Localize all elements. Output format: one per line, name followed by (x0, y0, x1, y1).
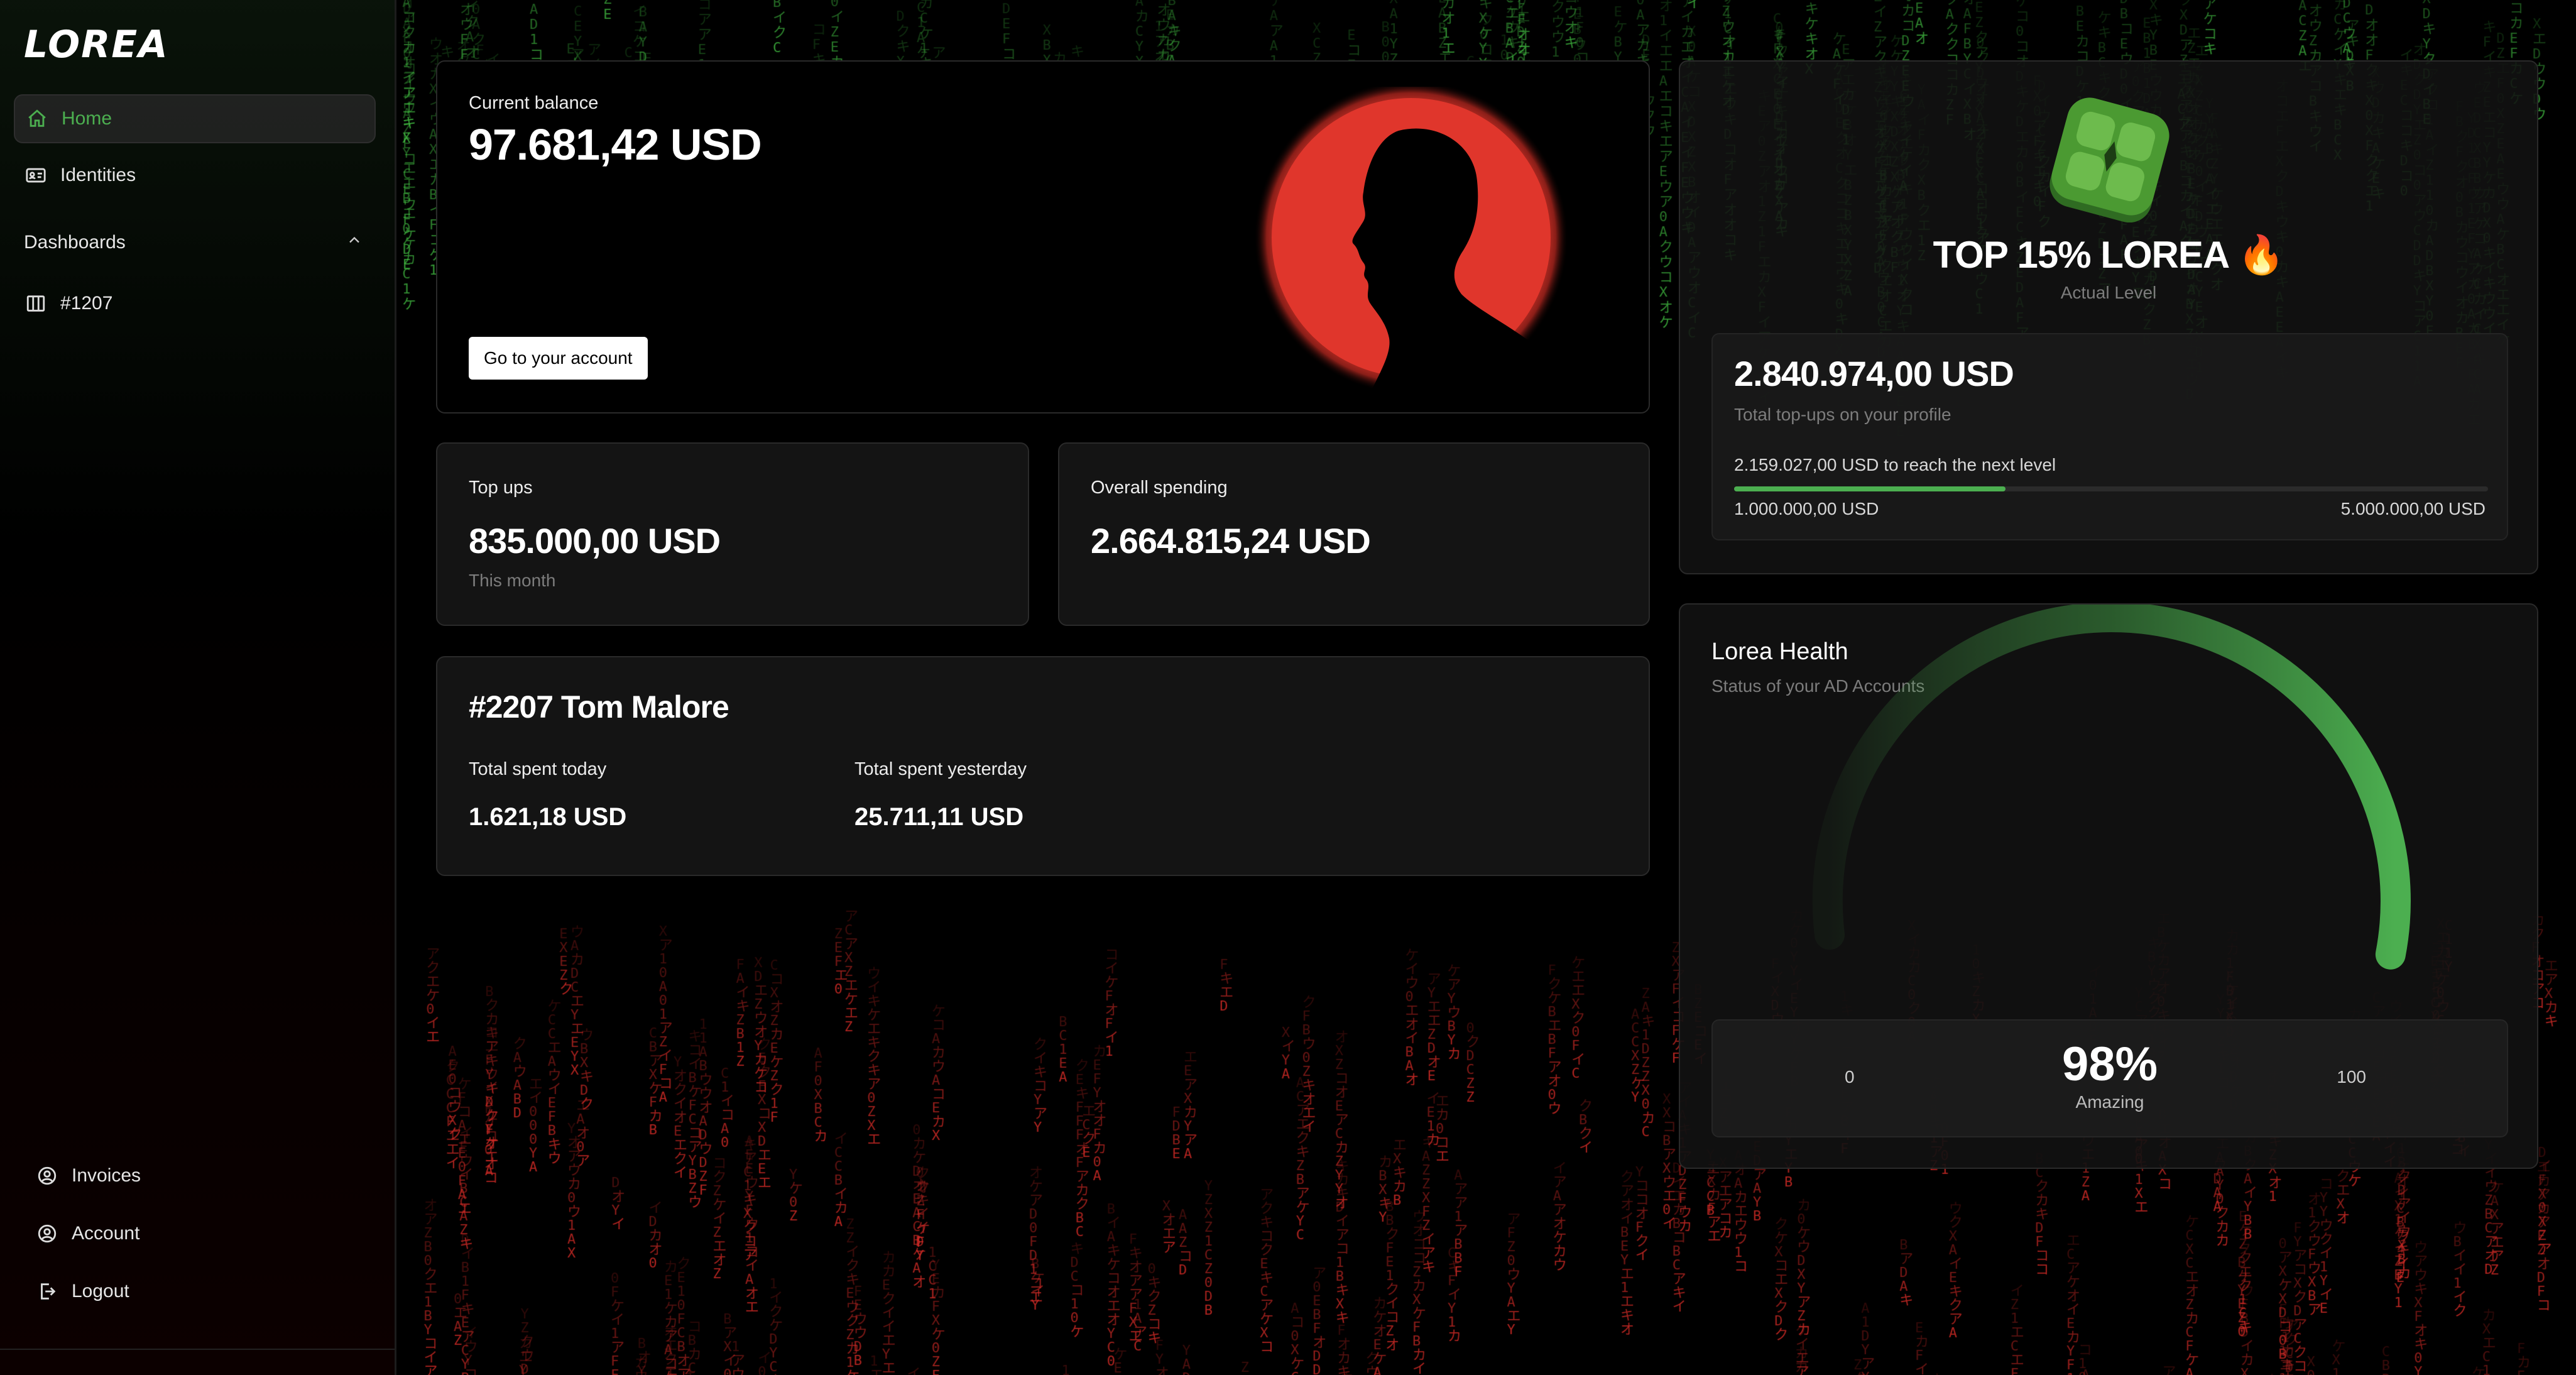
user-circle-icon (36, 1165, 58, 1186)
level-progress-panel: 2.840.974,00 USD Total top-ups on your p… (1711, 333, 2508, 540)
top-ups-value: 835.000,00 USD (469, 521, 721, 561)
id-card-icon (25, 165, 46, 186)
spent-yesterday-value: 25.711,11 USD (854, 803, 1024, 831)
logout-icon (36, 1281, 58, 1302)
health-value-panel: 0 98% Amazing 100 (1711, 1019, 2508, 1137)
sidebar-item-label: Logout (72, 1281, 129, 1301)
sidebar-item-label: #1207 (60, 293, 113, 314)
sidebar-item-home[interactable]: Home (14, 94, 376, 143)
level-subtitle: Actual Level (2060, 283, 2157, 302)
section-label: Dashboards (24, 232, 126, 253)
app-logo: LOREA (24, 23, 169, 67)
sidebar-item-identities[interactable]: Identities (14, 152, 373, 199)
balance-value: 97.681,42 USD (469, 120, 762, 169)
fire-icon: 🔥 (2237, 234, 2285, 276)
balance-label: Current balance (469, 93, 599, 113)
level-max-label: 5.000.000,00 USD (2340, 499, 2486, 518)
next-level-text: 2.159.027,00 USD to reach the next level (1734, 455, 2056, 474)
home-icon (26, 108, 48, 129)
health-status: Amazing (2075, 1092, 2144, 1112)
go-to-account-button[interactable]: Go to your account (469, 337, 648, 380)
sidebar-item-label: Invoices (72, 1165, 141, 1186)
total-topups-value: 2.840.974,00 USD (1734, 354, 2014, 393)
chevron-up-icon (346, 231, 363, 254)
sidebar-item-account[interactable]: Account (25, 1212, 339, 1256)
level-progress-bar (1734, 486, 2488, 491)
level-badge-icon (2049, 97, 2169, 222)
top-ups-period: This month (469, 571, 556, 590)
health-gauge-arc (1812, 605, 2411, 970)
overall-spending-value: 2.664.815,24 USD (1091, 521, 1371, 561)
balance-card: Current balance 97.681,42 USD Go to your… (436, 60, 1650, 414)
sidebar-item-label: Identities (60, 165, 136, 185)
level-min-label: 1.000.000,00 USD (1734, 499, 1879, 518)
columns-icon (25, 293, 46, 314)
user-summary-card: #2207 Tom Malore Total spent today 1.621… (436, 656, 1650, 876)
overall-spending-card: Overall spending 2.664.815,24 USD (1058, 442, 1650, 626)
spent-yesterday-label: Total spent yesterday (854, 759, 1027, 779)
total-topups-label: Total top-ups on your profile (1734, 405, 1951, 424)
sidebar-item-dashboard-1207[interactable]: #1207 (14, 280, 373, 327)
health-card: Lorea Health Status of your AD Accounts … (1679, 603, 2538, 1169)
top-ups-card: Top ups 835.000,00 USD This month (436, 442, 1029, 626)
sidebar-item-label: Home (62, 108, 112, 129)
user-circle-icon (36, 1223, 58, 1244)
top-ups-label: Top ups (469, 478, 533, 498)
level-progress-fill (1734, 486, 2006, 491)
sidebar-item-invoices[interactable]: Invoices (25, 1154, 339, 1198)
health-value: 98% (2061, 1038, 2158, 1091)
user-title: #2207 Tom Malore (469, 689, 729, 725)
sidebar-item-label: Account (72, 1223, 140, 1244)
sidebar-item-logout[interactable]: Logout (25, 1269, 339, 1313)
sidebar: LOREA Home Identities Dashboards #1207 I… (0, 0, 396, 1375)
level-card: TOP 15% LOREA 🔥 Actual Level 2.840.974,0… (1679, 60, 2538, 574)
level-title: TOP 15% LOREA (1933, 234, 2229, 276)
avatar-silhouette-illustration (1254, 87, 1568, 412)
spent-today-label: Total spent today (469, 759, 607, 779)
overall-spending-label: Overall spending (1091, 478, 1228, 498)
spent-today-value: 1.621,18 USD (469, 803, 627, 831)
dashboards-section-toggle[interactable]: Dashboards (24, 231, 363, 254)
gauge-max-label: 100 (2337, 1067, 2366, 1087)
sidebar-divider (0, 1349, 395, 1350)
